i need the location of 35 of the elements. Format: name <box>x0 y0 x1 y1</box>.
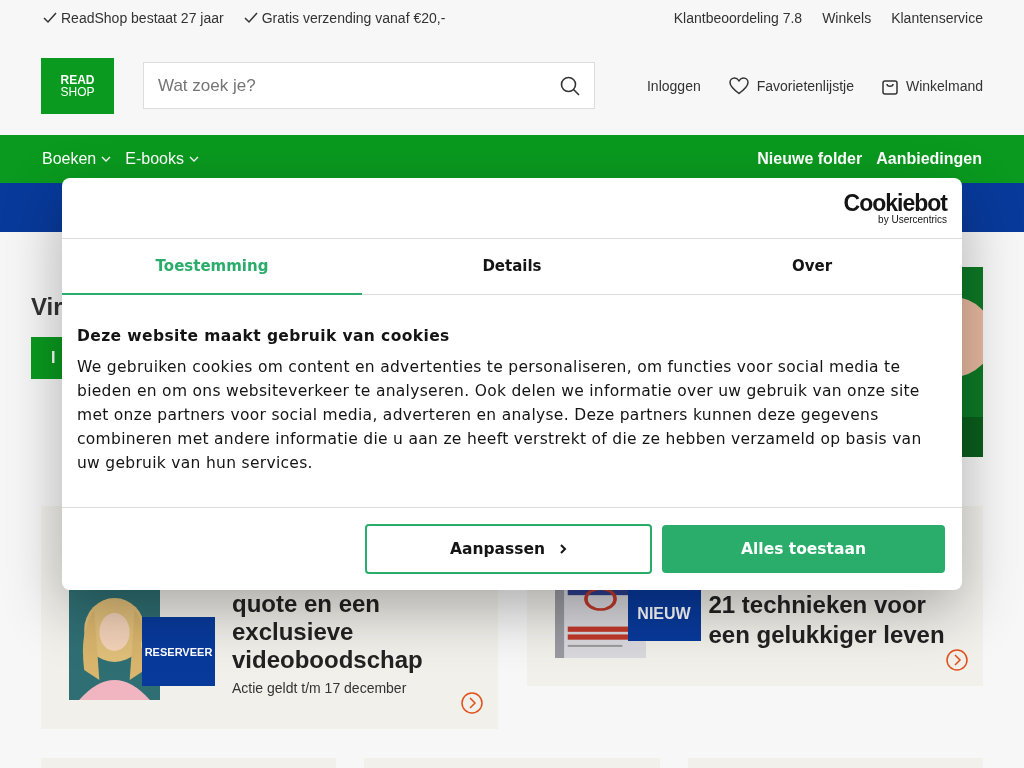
promo-badge: RESERVEER <box>142 617 215 686</box>
top-link[interactable]: Winkels <box>822 10 872 26</box>
dialog-tab[interactable]: Details <box>362 239 662 295</box>
header-link[interactable]: Inloggen <box>647 76 701 95</box>
dialog-title: Deze website maakt gebruik van cookies <box>77 327 451 345</box>
usp-text: Gratis verzending vanaf €20,- <box>261 10 446 26</box>
check-icon <box>243 12 258 24</box>
chevron-right-icon <box>559 543 567 555</box>
nav-link[interactable]: Aanbiedingen <box>876 150 982 168</box>
hero-heading: Vir <box>31 293 64 322</box>
dialog-tab[interactable]: Over <box>662 239 962 295</box>
nav-link[interactable]: Nieuwe folder <box>757 150 863 168</box>
hero-button[interactable]: I <box>31 337 62 379</box>
top-link[interactable]: Klantenservice <box>891 10 983 26</box>
heart-icon <box>728 76 749 95</box>
arrow-circle-icon[interactable] <box>946 649 968 671</box>
check-icon <box>43 12 57 24</box>
brand-logo: Cookiebot <box>843 191 947 215</box>
nav-menu[interactable]: Boeken <box>42 150 112 168</box>
customize-button[interactable]: Aanpassen <box>365 524 652 574</box>
usp-text: ReadShop bestaat 27 jaar <box>61 10 224 26</box>
promo-title: quote en een exclusieve videoboodschap <box>232 590 424 674</box>
promo-note: Actie geldt t/m 17 december <box>232 680 408 696</box>
brand-subtitle: by Usercentrics <box>878 214 947 225</box>
chevron-down-icon <box>188 156 199 162</box>
logo[interactable]: READ SHOP <box>41 57 114 114</box>
promo-title: 21 technieken voor een gelukkiger leven <box>708 590 946 650</box>
chevron-down-icon <box>101 156 112 162</box>
header-link[interactable]: Winkelmand <box>881 76 983 95</box>
dialog-text: We gebruiken cookies om content en advertenties te personaliseren, om functies voor social media te bieden en om ons websiteverkeer te analyseren. Ook delen we informatie over uw gebruik van onze site met onze partners voor social media, adverteren en analyse. Deze partners kunnen deze gegevens combineren met andere informatie die u aan ze heeft verstrekt of die ze hebben verzameld op basis van uw gebruik van hun services. <box>77 357 923 474</box>
top-link[interactable]: Klantbeoordeling 7.8 <box>673 10 803 26</box>
header-link[interactable]: Favorietenlijstje <box>728 76 854 95</box>
search-icon[interactable] <box>560 75 580 96</box>
arrow-circle-icon[interactable] <box>460 692 483 714</box>
nav-menu[interactable]: E-books <box>125 150 199 168</box>
